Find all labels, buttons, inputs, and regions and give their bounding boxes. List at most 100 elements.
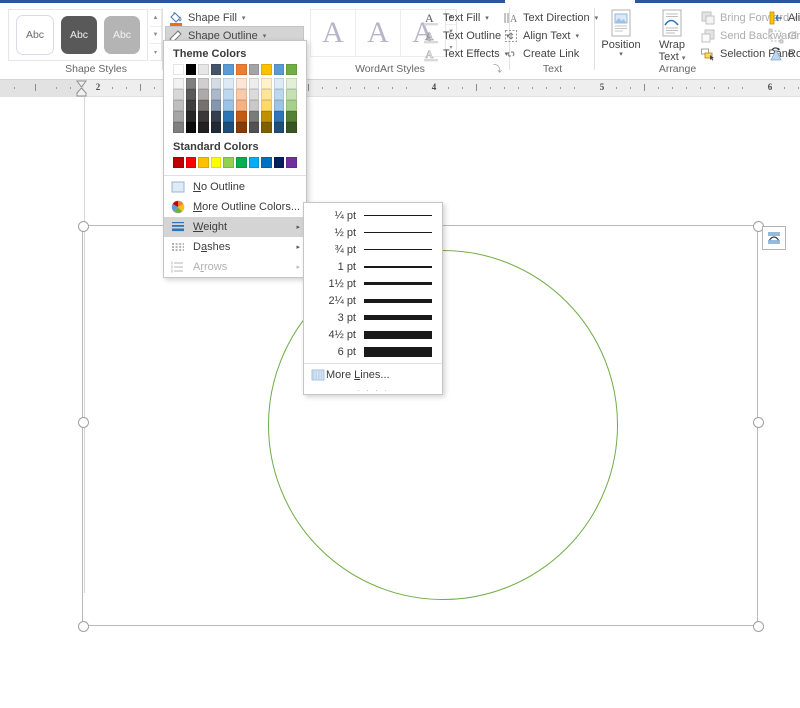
weight-option-row[interactable]: 4½ pt: [304, 326, 442, 343]
weight-option-row[interactable]: 1 pt: [304, 258, 442, 275]
wrap-text-button[interactable]: Wrap Text▾: [647, 9, 697, 65]
theme-color-swatch[interactable]: [274, 111, 285, 122]
menu-item-dashes[interactable]: Dashes ▸: [164, 237, 306, 257]
theme-color-swatch[interactable]: [211, 111, 222, 122]
theme-color-swatch[interactable]: [236, 64, 247, 75]
theme-color-swatch[interactable]: [211, 78, 222, 89]
theme-color-swatch[interactable]: [186, 100, 197, 111]
theme-color-swatch[interactable]: [274, 100, 285, 111]
theme-color-swatch[interactable]: [236, 122, 247, 133]
theme-color-swatch[interactable]: [286, 100, 297, 111]
theme-color-swatch[interactable]: [274, 122, 285, 133]
standard-color-swatch[interactable]: [236, 157, 247, 168]
weight-option-row[interactable]: ½ pt: [304, 224, 442, 241]
rotate-objects-button[interactable]: Rotate: [768, 45, 800, 63]
standard-color-swatch[interactable]: [186, 157, 197, 168]
theme-colors-palette[interactable]: [164, 64, 306, 137]
weight-option-row[interactable]: 6 pt: [304, 343, 442, 360]
wordart-dialog-launcher[interactable]: ⤵: [493, 62, 502, 75]
theme-color-swatch[interactable]: [173, 89, 184, 100]
theme-color-swatch[interactable]: [261, 122, 272, 133]
weight-option-row[interactable]: 3 pt: [304, 309, 442, 326]
shape-style-swatch[interactable]: Abc: [104, 16, 140, 54]
hanging-indent-marker[interactable]: [76, 88, 87, 97]
resize-handle-middle-left[interactable]: [78, 417, 89, 428]
theme-color-swatch[interactable]: [198, 89, 209, 100]
weight-option-row[interactable]: 2¼ pt: [304, 292, 442, 309]
chevron-down-icon[interactable]: ▾: [682, 55, 686, 62]
menu-item-no-outline[interactable]: NNo Outlineo Outline: [164, 177, 306, 197]
theme-color-column[interactable]: [274, 64, 285, 133]
shape-styles-scroll[interactable]: ▲ ▼ ▾: [150, 9, 162, 61]
chevron-down-icon[interactable]: ▾: [242, 14, 246, 22]
chevron-down-icon[interactable]: ▾: [596, 51, 646, 59]
text-outline-button[interactable]: A Text Outline ▾: [423, 27, 510, 45]
theme-color-swatch[interactable]: [186, 64, 197, 75]
theme-color-swatch[interactable]: [286, 89, 297, 100]
wordart-sample[interactable]: A: [310, 9, 356, 57]
standard-color-swatch[interactable]: [249, 157, 260, 168]
theme-color-swatch[interactable]: [249, 89, 260, 100]
theme-color-swatch[interactable]: [173, 111, 184, 122]
theme-color-swatch[interactable]: [198, 78, 209, 89]
theme-color-swatch[interactable]: [261, 89, 272, 100]
theme-color-swatch[interactable]: [223, 122, 234, 133]
create-link-button[interactable]: Create Link: [503, 45, 579, 63]
standard-color-swatch[interactable]: [173, 157, 184, 168]
theme-color-column[interactable]: [211, 64, 222, 133]
theme-color-swatch[interactable]: [286, 78, 297, 89]
theme-color-swatch[interactable]: [286, 122, 297, 133]
theme-color-column[interactable]: [186, 64, 197, 133]
theme-color-swatch[interactable]: [274, 64, 285, 75]
theme-color-swatch[interactable]: [223, 89, 234, 100]
theme-color-column[interactable]: [286, 64, 297, 133]
theme-color-swatch[interactable]: [261, 111, 272, 122]
theme-color-swatch[interactable]: [211, 89, 222, 100]
theme-color-swatch[interactable]: [198, 122, 209, 133]
theme-color-swatch[interactable]: [249, 64, 260, 75]
theme-color-swatch[interactable]: [173, 78, 184, 89]
weight-option-row[interactable]: ¾ pt: [304, 241, 442, 258]
chevron-down-icon[interactable]: ▾: [263, 32, 267, 40]
theme-color-swatch[interactable]: [223, 64, 234, 75]
theme-color-swatch[interactable]: [223, 111, 234, 122]
theme-color-swatch[interactable]: [274, 89, 285, 100]
standard-color-swatch[interactable]: [211, 157, 222, 168]
theme-color-swatch[interactable]: [198, 64, 209, 75]
resize-handle-middle-right[interactable]: [753, 417, 764, 428]
theme-color-column[interactable]: [236, 64, 247, 133]
theme-color-swatch[interactable]: [286, 111, 297, 122]
theme-color-swatch[interactable]: [173, 64, 184, 75]
theme-color-swatch[interactable]: [173, 100, 184, 111]
theme-color-swatch[interactable]: [286, 64, 297, 75]
shape-fill-button[interactable]: Shape Fill ▾: [168, 9, 245, 27]
standard-colors-palette[interactable]: [164, 157, 306, 174]
menu-item-weight[interactable]: Weight ▸: [164, 217, 306, 237]
theme-color-swatch[interactable]: [236, 78, 247, 89]
standard-color-swatch[interactable]: [223, 157, 234, 168]
scroll-up-icon[interactable]: ▲: [150, 10, 161, 27]
standard-color-swatch[interactable]: [198, 157, 209, 168]
standard-color-swatch[interactable]: [261, 157, 272, 168]
gallery-more-icon[interactable]: ▾: [150, 44, 161, 60]
theme-color-swatch[interactable]: [211, 100, 222, 111]
theme-color-column[interactable]: [173, 64, 184, 133]
submenu-grip[interactable]: · · · ·: [304, 386, 442, 394]
group-objects-button[interactable]: Group: [768, 27, 800, 45]
standard-color-swatch[interactable]: [274, 157, 285, 168]
first-line-indent-marker[interactable]: [76, 80, 87, 88]
shape-style-swatch[interactable]: Abc: [61, 16, 97, 54]
theme-color-swatch[interactable]: [186, 78, 197, 89]
theme-color-swatch[interactable]: [236, 111, 247, 122]
weight-option-row[interactable]: ¼ pt: [304, 207, 442, 224]
theme-color-swatch[interactable]: [274, 78, 285, 89]
theme-color-swatch[interactable]: [211, 64, 222, 75]
theme-color-column[interactable]: [198, 64, 209, 133]
theme-color-swatch[interactable]: [223, 100, 234, 111]
align-objects-button[interactable]: Align: [768, 9, 800, 27]
resize-handle-top-left[interactable]: [78, 221, 89, 232]
shape-style-swatch[interactable]: Abc: [16, 15, 54, 55]
chevron-down-icon[interactable]: ▾: [576, 32, 580, 40]
text-effects-button[interactable]: A Text Effects ▾: [423, 45, 508, 63]
theme-color-swatch[interactable]: [249, 111, 260, 122]
